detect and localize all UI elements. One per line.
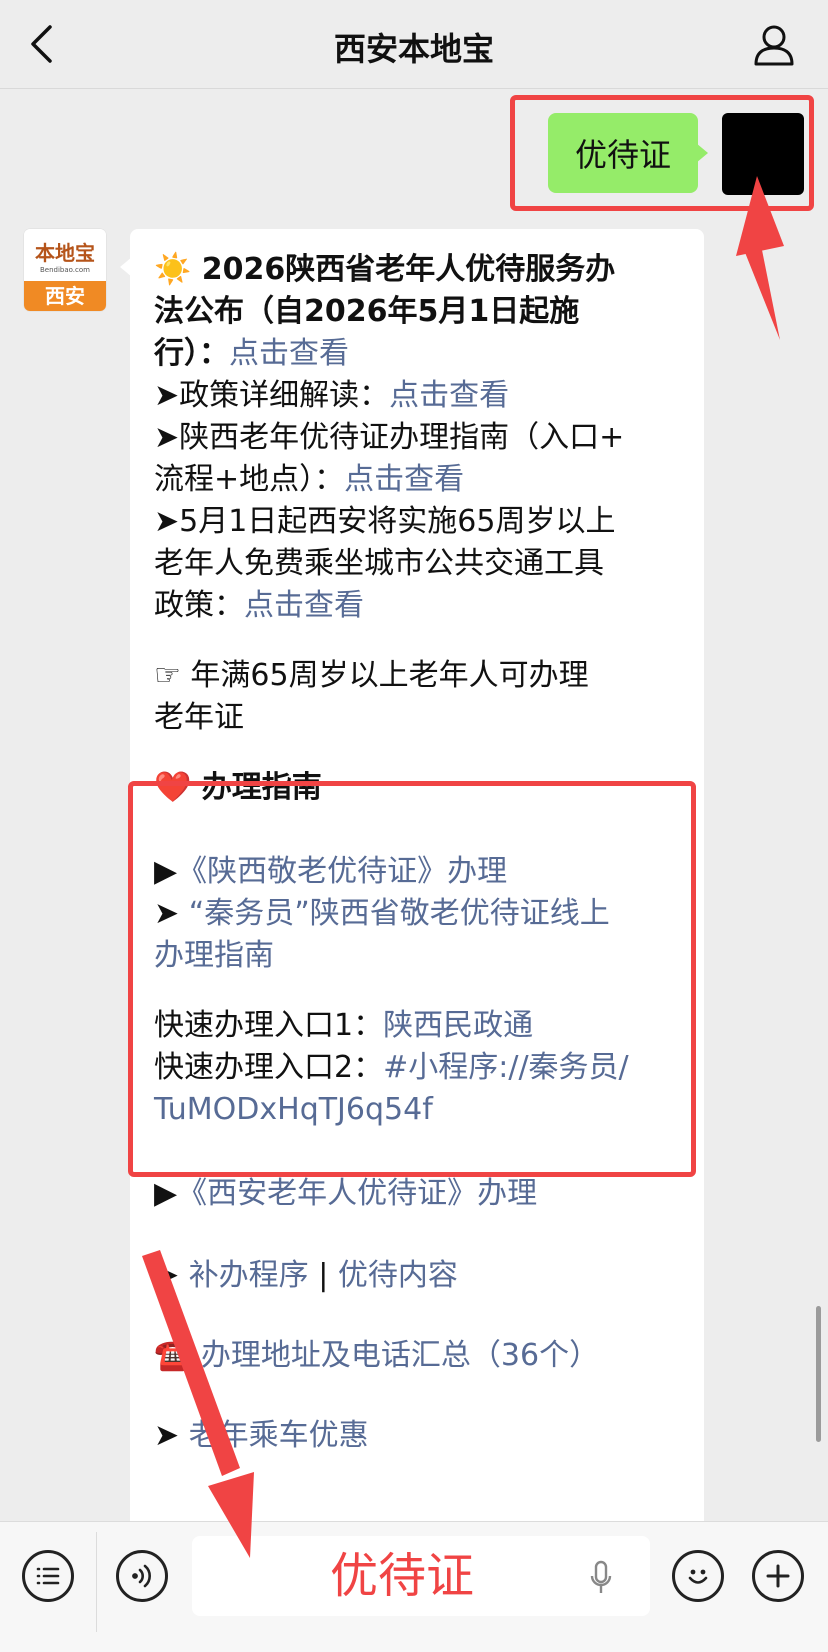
message-link[interactable]: 点击查看 bbox=[244, 588, 364, 623]
message-text: 流程+地点）： bbox=[154, 462, 345, 497]
message-text: ➤ bbox=[154, 1418, 189, 1453]
message-text: 政策： bbox=[154, 588, 244, 623]
message-text: ☀️ 2026陕西省老年人优待服务办 bbox=[154, 252, 616, 287]
plus-icon[interactable] bbox=[752, 1550, 804, 1602]
message-text: ▶ bbox=[154, 1176, 178, 1211]
message-text: ➤陕西老年优待证办理指南（入口+ bbox=[154, 420, 625, 455]
message-line: ➤ 老年乘车优惠 bbox=[154, 1415, 369, 1457]
message-text: ➤5月1日起西安将实施65周岁以上 bbox=[154, 504, 616, 539]
microphone-icon[interactable] bbox=[590, 1560, 612, 1596]
sent-message-bubble[interactable]: 优待证 bbox=[548, 113, 698, 193]
message-link[interactable]: 补办程序 bbox=[189, 1258, 309, 1293]
message-line: ☞ 年满65周岁以上老年人可办理 bbox=[154, 655, 589, 697]
message-link[interactable]: 点击查看 bbox=[389, 378, 509, 413]
chat-area: 优待证 本地宝 Bendibao.com 西安 ☀️ 2026陕西省老年人优待服… bbox=[0, 89, 828, 1521]
message-text: ➤ bbox=[154, 1258, 189, 1293]
message-link[interactable]: 点击查看 bbox=[229, 336, 349, 371]
message-input[interactable]: 优待证 bbox=[192, 1536, 650, 1616]
message-link[interactable]: 《西安老年人优待证》办理 bbox=[177, 1176, 537, 1211]
smiley-icon[interactable] bbox=[672, 1550, 724, 1602]
highlight-box-guide bbox=[128, 781, 696, 1177]
message-line: ➤陕西老年优待证办理指南（入口+ bbox=[154, 417, 624, 459]
divider bbox=[96, 1532, 97, 1632]
message-line: 政策：点击查看 bbox=[154, 585, 364, 627]
message-text: | bbox=[308, 1258, 338, 1293]
message-text: ☎️ bbox=[154, 1338, 201, 1373]
avatar-logo: 本地宝 bbox=[35, 241, 95, 265]
message-link[interactable]: 优待内容 bbox=[338, 1258, 458, 1293]
user-avatar[interactable] bbox=[722, 113, 804, 195]
nav-bar: 西安本地宝 bbox=[0, 0, 828, 89]
page-title: 西安本地宝 bbox=[333, 30, 494, 68]
message-line: 行）：点击查看 bbox=[154, 333, 349, 375]
message-text: 老年证 bbox=[154, 700, 244, 735]
list-menu-icon[interactable] bbox=[22, 1550, 74, 1602]
message-line: 老年证 bbox=[154, 697, 244, 739]
message-line: 法公布（自2026年5月1日起施 bbox=[154, 291, 579, 333]
message-line: ☀️ 2026陕西省老年人优待服务办 bbox=[154, 249, 615, 291]
avatar-logo-area: 本地宝 Bendibao.com bbox=[24, 229, 106, 281]
person-icon[interactable] bbox=[752, 24, 796, 66]
message-line: ☎️ 办理地址及电话汇总（36个） bbox=[154, 1335, 599, 1377]
voice-wave-icon[interactable] bbox=[116, 1550, 168, 1602]
message-line: ▶《西安老年人优待证》办理 bbox=[154, 1173, 537, 1215]
bubble-tail bbox=[120, 257, 132, 277]
message-line: 流程+地点）：点击查看 bbox=[154, 459, 464, 501]
scrollbar[interactable] bbox=[816, 1306, 821, 1442]
bot-avatar[interactable]: 本地宝 Bendibao.com 西安 bbox=[24, 229, 106, 311]
message-line: ➤政策详细解读：点击查看 bbox=[154, 375, 509, 417]
message-line: ➤5月1日起西安将实施65周岁以上 bbox=[154, 501, 615, 543]
avatar-sub: Bendibao.com bbox=[39, 266, 90, 274]
message-line: 老年人免费乘坐城市公共交通工具 bbox=[154, 543, 604, 585]
message-text: ➤政策详细解读： bbox=[154, 378, 390, 413]
bubble-tail bbox=[696, 143, 708, 163]
input-toolbar: 优待证 bbox=[0, 1521, 828, 1652]
message-link[interactable]: 老年乘车优惠 bbox=[189, 1418, 369, 1453]
message-text: ☞ 年满65周岁以上老年人可办理 bbox=[154, 658, 589, 693]
message-link[interactable]: 点击查看 bbox=[344, 462, 464, 497]
input-value: 优待证 bbox=[329, 1548, 474, 1604]
message-line: ➤ 补办程序 | 优待内容 bbox=[154, 1255, 458, 1297]
message-text: 法公布（自2026年5月1日起施 bbox=[154, 294, 580, 329]
message-link[interactable]: 办理地址及电话汇总（36个） bbox=[201, 1338, 599, 1373]
avatar-city: 西安 bbox=[24, 281, 106, 311]
message-text: 老年人免费乘坐城市公共交通工具 bbox=[154, 546, 604, 581]
message-text: 行）： bbox=[154, 336, 229, 371]
